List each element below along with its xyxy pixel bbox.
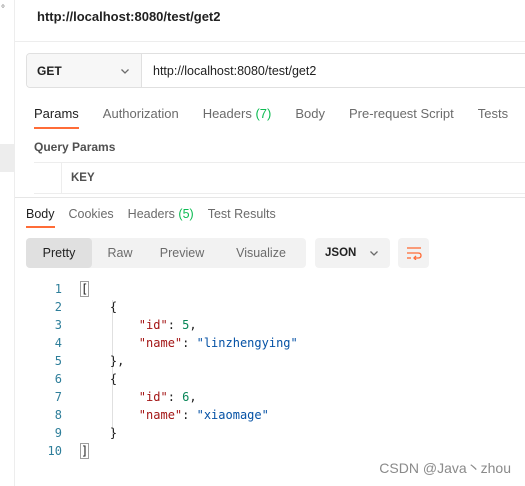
code-text: "name": "xiaomage" [62,406,269,424]
visualize-button[interactable]: Visualize [216,238,306,268]
url-input[interactable] [142,54,525,87]
query-params-table: KEY [34,162,525,194]
line-number: 2 [54,300,62,314]
line-number: 7 [54,390,62,404]
comma: , [189,318,197,332]
object-open-brace: { [109,300,118,314]
colon: : [167,390,183,404]
line-number: 5 [54,354,62,368]
colon: : [182,408,197,422]
line-number: 1 [54,282,62,296]
json-key: "id" [138,390,168,404]
colon: : [182,336,197,350]
code-line: 7 "id": 6, [26,388,298,406]
tab-response-headers[interactable]: Headers (5) [128,207,194,228]
divider [15,41,525,42]
colon: : [167,318,183,332]
line-number: 6 [54,372,62,386]
line-number: 8 [54,408,62,422]
watermark: CSDN @Java丶zhou [379,460,511,476]
comma: , [189,390,197,404]
object-close-brace: }, [109,354,125,368]
tab-prerequest-script[interactable]: Pre-request Script [349,106,454,129]
code-text: }, [62,352,124,370]
object-open-brace: { [109,372,118,386]
code-text: { [62,370,117,388]
line-number: 3 [54,318,62,332]
json-string: "xiaomage" [196,408,269,422]
code-text: "name": "linzhengying" [62,334,298,352]
tab-test-results[interactable]: Test Results [208,207,276,228]
view-mode-group: Pretty Raw Preview Visualize [26,238,306,268]
tab-response-headers-label: Headers [127,207,175,221]
method-select[interactable]: GET [27,54,142,87]
tab-body[interactable]: Body [295,106,325,129]
chevron-down-icon [370,251,378,256]
format-select[interactable]: JSON [315,238,390,268]
code-line: 8 "name": "xiaomage" [26,406,298,424]
code-text: ] [62,442,90,460]
tab-params[interactable]: Params [34,106,79,129]
response-headers-count: (5) [178,207,194,221]
code-line: 2 { [26,298,298,316]
sidebar-strip: ° [0,0,15,486]
tab-authorization[interactable]: Authorization [103,106,179,129]
tab-response-body[interactable]: Body [26,207,55,228]
wrap-lines-button[interactable] [398,238,429,268]
line-number: 9 [54,426,62,440]
checkbox-column [34,163,62,193]
line-number: 10 [47,444,62,458]
tab-tests[interactable]: Tests [478,106,508,129]
json-string: "linzhengying" [196,336,298,350]
query-params-label: Query Params [34,140,116,154]
sidebar-selection[interactable] [0,144,14,172]
raw-button[interactable]: Raw [92,238,148,268]
code-text: [ [62,280,90,298]
pretty-button[interactable]: Pretty [26,238,92,268]
preview-button[interactable]: Preview [148,238,216,268]
array-open-bracket: [ [79,281,90,297]
method-label: GET [37,63,62,78]
tab-headers-label: Headers [202,106,252,121]
array-close-bracket: ] [79,443,90,459]
json-key: "name" [138,408,183,422]
line-number: 4 [54,336,62,350]
chevron-down-icon [121,68,129,74]
code-line: 4 "name": "linzhengying" [26,334,298,352]
request-bar: GET [26,53,525,88]
code-line: 1 [ [26,280,298,298]
dot-icon: ° [1,4,5,15]
tab-headers[interactable]: Headers (7) [203,106,272,129]
code-line: 5 }, [26,352,298,370]
response-body-code[interactable]: 1 [ 2 { 3 "id": 5, 4 "name": "linzhengyi… [26,280,298,460]
request-tabs: Params Authorization Headers (7) Body Pr… [34,106,525,129]
code-line: 6 { [26,370,298,388]
response-tabs: Body Cookies Headers (5) Test Results [26,207,290,228]
json-key: "id" [138,318,168,332]
code-text: "id": 6, [62,388,197,406]
key-column-header: KEY [71,172,95,184]
code-line: 3 "id": 5, [26,316,298,334]
headers-count: (7) [255,106,272,121]
wrap-lines-icon [406,247,422,260]
code-line: 10 ] [26,442,298,460]
tab-cookies[interactable]: Cookies [69,207,114,228]
format-label: JSON [325,247,357,259]
code-text: } [62,424,117,442]
code-text: "id": 5, [62,316,197,334]
code-line: 9 } [26,424,298,442]
code-text: { [62,298,117,316]
json-key: "name" [138,336,183,350]
request-title: http://localhost:8080/test/get2 [37,9,221,24]
response-divider[interactable] [15,197,525,198]
object-close-brace: } [109,426,118,440]
